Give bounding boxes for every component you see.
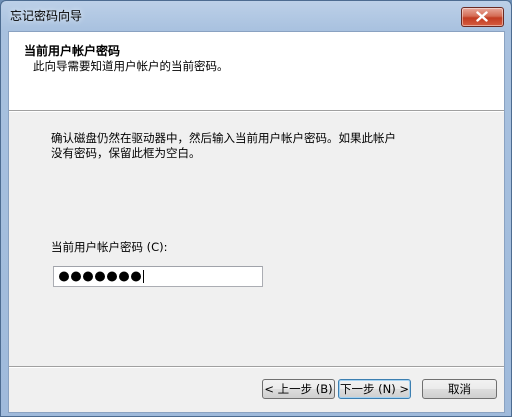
instruction-line-1: 确认磁盘仍然在驱动器中，然后输入当前用户帐户密码。如果此帐户 (51, 131, 396, 145)
instruction-line-2: 没有密码，保留此框为空白。 (51, 146, 201, 160)
password-mask-dots (59, 271, 141, 282)
password-dot (71, 271, 81, 282)
header-divider-highlight (9, 111, 504, 112)
close-button[interactable] (461, 7, 504, 27)
cancel-button[interactable]: 取消 (422, 379, 497, 399)
dialog-client-area: 当前用户帐户密码 此向导需要知道用户帐户的当前密码。 确认磁盘仍然在驱动器中，然… (8, 31, 505, 413)
password-dot (107, 271, 117, 282)
footer-divider-highlight (9, 367, 504, 368)
page-title: 当前用户帐户密码 (24, 44, 121, 58)
password-dot (119, 271, 129, 282)
wizard-window: 忘记密码向导 当前用户帐户密码 此向导需要知道用户帐户的当前密码。 确认磁盘仍然… (0, 0, 512, 417)
password-dot (83, 271, 93, 282)
wizard-header: 当前用户帐户密码 此向导需要知道用户帐户的当前密码。 (9, 32, 504, 110)
next-button[interactable]: 下一步 (N) > (338, 379, 411, 399)
password-label: 当前用户帐户密码 (C): (51, 240, 168, 254)
back-button[interactable]: < 上一步 (B) (262, 379, 335, 399)
text-caret (143, 270, 144, 283)
password-dot (59, 271, 69, 282)
close-x-icon (476, 11, 488, 22)
password-input[interactable] (53, 266, 263, 287)
page-subtitle: 此向导需要知道用户帐户的当前密码。 (33, 59, 229, 73)
window-title: 忘记密码向导 (10, 9, 83, 23)
title-bar[interactable]: 忘记密码向导 (1, 1, 511, 31)
password-dot (131, 271, 141, 282)
password-dot (95, 271, 105, 282)
instruction-text: 确认磁盘仍然在驱动器中，然后输入当前用户帐户密码。如果此帐户 没有密码，保留此框… (51, 131, 431, 161)
